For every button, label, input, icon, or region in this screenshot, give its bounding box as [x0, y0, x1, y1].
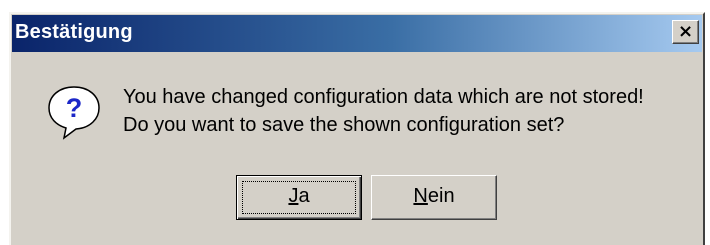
no-button[interactable]: Nein [371, 175, 497, 220]
message-line-2: Do you want to save the shown configurat… [123, 114, 565, 136]
title-bar[interactable]: Bestätigung × [12, 15, 702, 52]
message-line-1: You have changed configuration data whic… [123, 86, 644, 108]
yes-button-label: Ja [288, 185, 310, 207]
question-icon: ? [48, 86, 100, 140]
window-title: Bestätigung [15, 21, 133, 43]
close-button[interactable]: × [672, 20, 699, 44]
yes-button[interactable]: Ja [236, 175, 362, 220]
question-mark: ? [66, 93, 83, 123]
message-text: You have changed configuration data whic… [123, 83, 644, 139]
confirmation-dialog: Bestätigung × ? You have changed configu… [9, 12, 705, 245]
no-button-label: Nein [413, 185, 455, 207]
